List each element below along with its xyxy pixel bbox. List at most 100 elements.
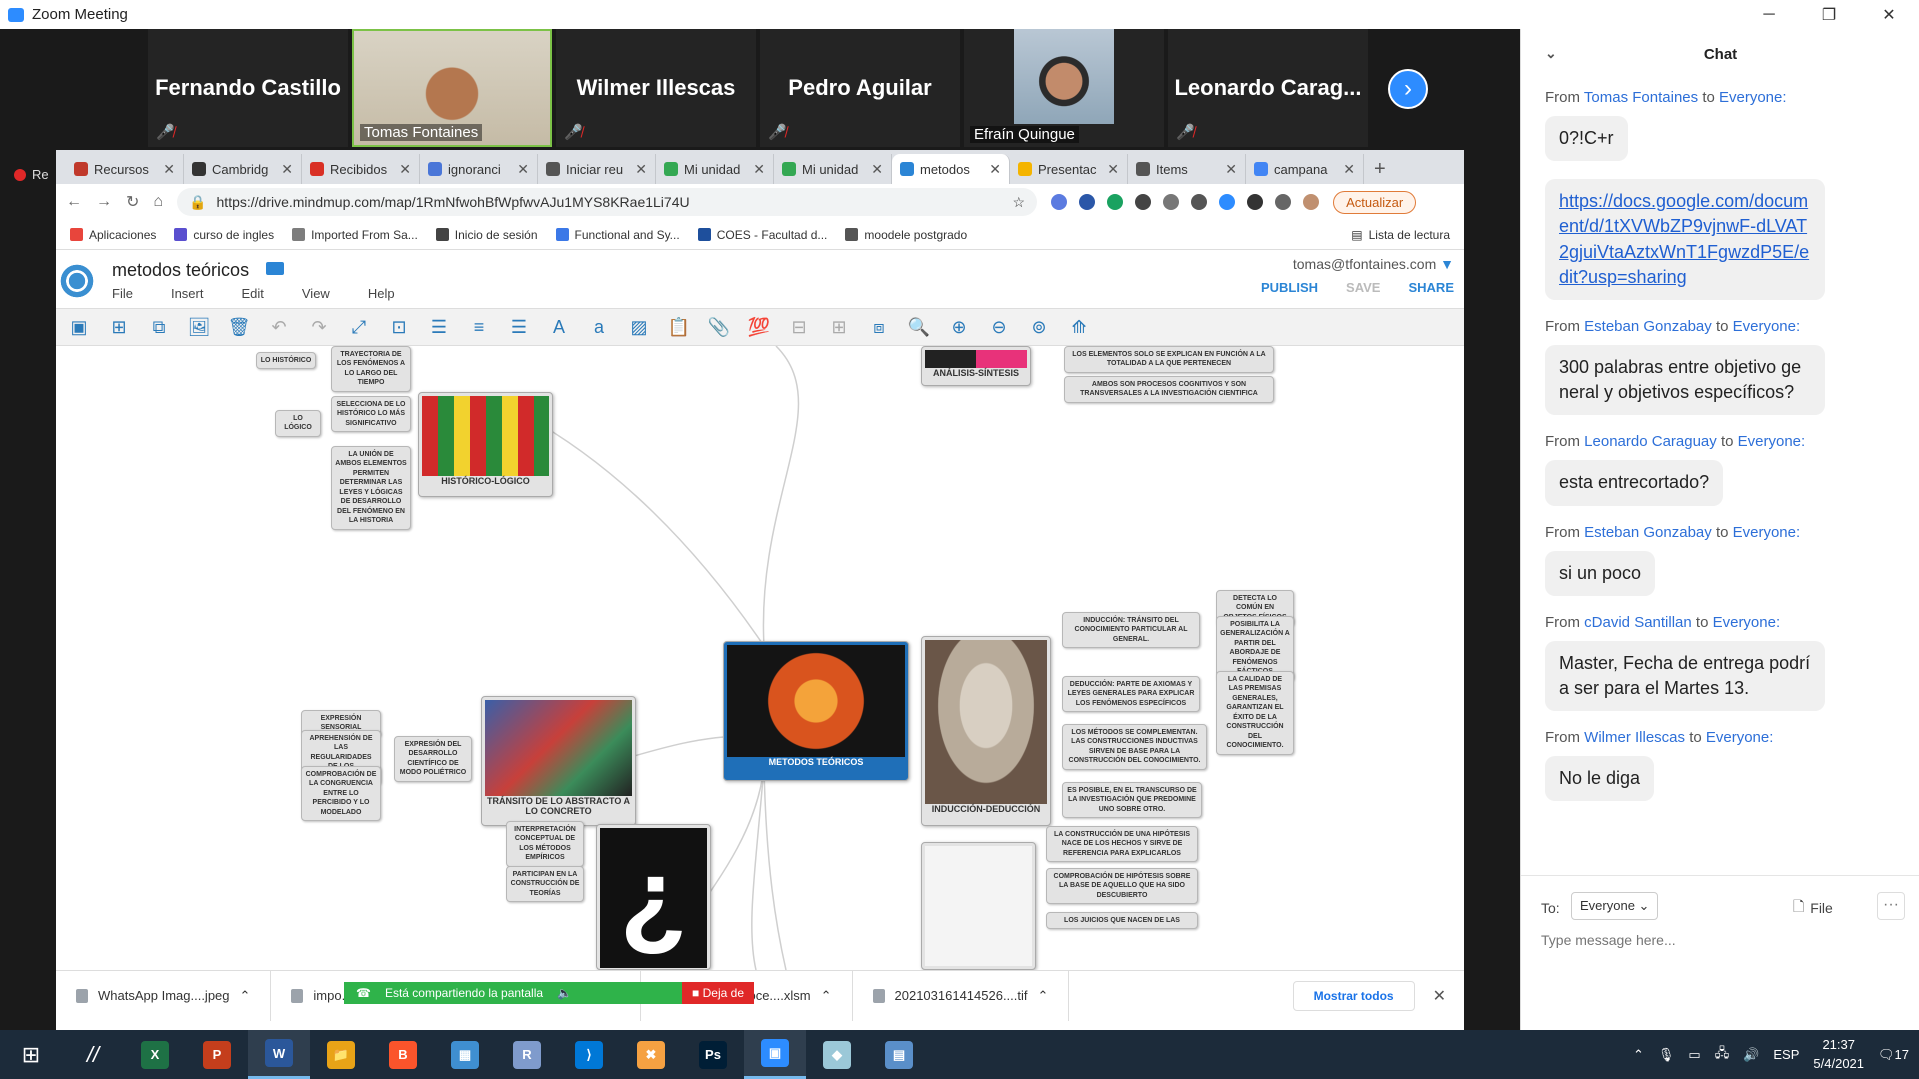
bookmark-item[interactable]: Inicio de sesión bbox=[435, 228, 538, 242]
group-icon[interactable]: ⧉ bbox=[146, 316, 172, 338]
node-metodos-teoricos[interactable]: METODOS TEÓRICOS bbox=[723, 641, 909, 781]
close-tab-icon[interactable]: ✕ bbox=[635, 161, 647, 178]
message-link[interactable]: https://docs.google.com/document/d/1tXVW… bbox=[1559, 191, 1809, 287]
add-image-icon[interactable]: 🖼 bbox=[186, 316, 212, 338]
notes-icon[interactable]: 📋 bbox=[666, 316, 692, 338]
extension-icon[interactable] bbox=[1163, 194, 1180, 210]
browser-tab[interactable]: Items ✕ bbox=[1128, 154, 1246, 184]
browser-tab[interactable]: ignoranci ✕ bbox=[420, 154, 538, 184]
menu-insert[interactable]: Insert bbox=[171, 286, 204, 301]
star-icon[interactable]: ☆ bbox=[1013, 194, 1026, 211]
back-icon[interactable]: ← bbox=[66, 193, 82, 211]
node-hipotesis-image[interactable] bbox=[921, 842, 1036, 970]
minimize-button[interactable]: ─ bbox=[1745, 0, 1793, 29]
close-tab-icon[interactable]: ✕ bbox=[1107, 161, 1119, 178]
align-left-icon[interactable]: ☰ bbox=[426, 316, 452, 338]
toggle-icon[interactable]: ⧈ bbox=[866, 316, 892, 338]
new-tab-button[interactable]: + bbox=[1364, 154, 1396, 184]
taskbar-app[interactable]: R bbox=[496, 1030, 558, 1079]
undo-icon[interactable]: ↶ bbox=[266, 316, 292, 338]
mic-icon[interactable]: 🎙 bbox=[1658, 1047, 1675, 1063]
download-item[interactable]: WhatsApp Imag....jpeg ⌃ bbox=[56, 970, 272, 1021]
node-induccion-deduccion[interactable]: INDUCCIÓN-DEDUCCIÓN bbox=[921, 636, 1051, 826]
node-participan[interactable]: PARTICIPAN EN LA CONSTRUCCIÓN DE TEORÍAS bbox=[506, 866, 584, 903]
browser-tab[interactable]: Iniciar reu ✕ bbox=[538, 154, 656, 184]
participant-tile[interactable]: Pedro Aguilar 🎤̸ bbox=[760, 29, 960, 147]
chevron-up-icon[interactable]: ⌃ bbox=[1038, 988, 1049, 1004]
align-right-icon[interactable]: ☰ bbox=[506, 316, 532, 338]
chevron-down-icon[interactable]: ⌄ bbox=[1545, 45, 1557, 62]
participant-tile[interactable]: Fernando Castillo 🎤̸ bbox=[148, 29, 348, 147]
taskbar-app[interactable]: X bbox=[124, 1030, 186, 1079]
address-bar[interactable]: 🔒 https://drive.mindmup.com/map/1RmNfwoh… bbox=[177, 188, 1038, 216]
bookmark-item[interactable]: moodele postgrado bbox=[845, 228, 967, 242]
node-expresion-desarrollo[interactable]: EXPRESIÓN DEL DESARROLLO CIENTÍFICO DE M… bbox=[394, 736, 472, 782]
node-elementos[interactable]: LOS ELEMENTOS SOLO SE EXPLICAN EN FUNCIÓ… bbox=[1064, 346, 1274, 373]
taskbar-app[interactable]: Ps bbox=[682, 1030, 744, 1079]
align-center-icon[interactable]: ≡ bbox=[466, 316, 492, 338]
reading-list-button[interactable]: ▤ Lista de lectura bbox=[1351, 228, 1450, 242]
close-tab-icon[interactable]: ✕ bbox=[989, 161, 1001, 178]
chevron-up-icon[interactable]: ⌃ bbox=[240, 988, 251, 1004]
extension-icon[interactable] bbox=[1079, 194, 1096, 210]
progress-icon[interactable]: 💯 bbox=[746, 316, 772, 338]
file-button[interactable]: 🗋 File bbox=[1793, 896, 1833, 920]
add-sibling-icon[interactable]: ⊞ bbox=[106, 316, 132, 338]
node-juicios[interactable]: LOS JUICIOS QUE NACEN DE LAS bbox=[1046, 912, 1198, 930]
close-tab-icon[interactable]: ✕ bbox=[1343, 161, 1355, 178]
node-union[interactable]: LA UNIÓN DE AMBOS ELEMENTOS PERMITEN DET… bbox=[331, 446, 411, 530]
start-button[interactable]: ⊞ bbox=[0, 1030, 62, 1079]
node-historico-logico[interactable]: HISTÓRICO-LÓGICO bbox=[418, 392, 553, 497]
next-participants-button[interactable]: › bbox=[1388, 69, 1428, 109]
bookmark-item[interactable]: COES - Facultad d... bbox=[697, 228, 827, 242]
attach-icon[interactable]: 📎 bbox=[706, 316, 732, 338]
node-question[interactable]: ¿ bbox=[596, 824, 711, 970]
node-lo-logico[interactable]: LO LÓGICO bbox=[275, 410, 321, 437]
taskbar-app[interactable]: ⟩ bbox=[558, 1030, 620, 1079]
message-input[interactable] bbox=[1541, 932, 1901, 948]
recipient-select[interactable]: Everyone ⌄ bbox=[1571, 892, 1659, 920]
text-box-icon[interactable]: ⊡ bbox=[386, 316, 412, 338]
share-button[interactable]: SHARE bbox=[1408, 280, 1454, 295]
browser-tab[interactable]: Mi unidad ✕ bbox=[656, 154, 774, 184]
recipient-name[interactable]: Everyone: bbox=[1733, 318, 1801, 335]
recipient-name[interactable]: Everyone: bbox=[1738, 433, 1806, 450]
node-predomine[interactable]: ES POSIBLE, EN EL TRANSCURSO DE LA INVES… bbox=[1062, 782, 1202, 819]
close-tab-icon[interactable]: ✕ bbox=[1225, 161, 1237, 178]
taskbar-app[interactable]: P bbox=[186, 1030, 248, 1079]
extension-icon[interactable] bbox=[1135, 194, 1152, 210]
extension-icon[interactable] bbox=[1219, 194, 1236, 210]
notification-button[interactable]: 🗨17 bbox=[1878, 1047, 1909, 1063]
search-icon[interactable]: 🔍 bbox=[906, 316, 932, 338]
chevron-up-icon[interactable]: ⌃ bbox=[1633, 1047, 1644, 1063]
menu-help[interactable]: Help bbox=[368, 286, 395, 301]
node-complementan[interactable]: LOS MÉTODOS SE COMPLEMENTAN. LAS CONSTRU… bbox=[1062, 724, 1207, 770]
network-icon[interactable]: 🖧 bbox=[1715, 1044, 1730, 1066]
browser-tab[interactable]: metodos ✕ bbox=[892, 154, 1010, 184]
clock[interactable]: 21:37 5/4/2021 bbox=[1813, 1036, 1864, 1072]
recipient-name[interactable]: Everyone: bbox=[1719, 89, 1787, 106]
font-size-up-icon[interactable]: A bbox=[546, 316, 572, 338]
participant-tile[interactable]: Leonardo Carag... 🎤̸ bbox=[1168, 29, 1368, 147]
more-options-button[interactable]: ··· bbox=[1877, 892, 1905, 920]
chevron-up-icon[interactable]: ⌃ bbox=[821, 988, 832, 1004]
recipient-name[interactable]: Everyone: bbox=[1733, 524, 1801, 541]
stop-share-button[interactable]: ■ Deja de bbox=[682, 982, 754, 1004]
close-tab-icon[interactable]: ✕ bbox=[399, 161, 411, 178]
layers-icon[interactable]: ⟰ bbox=[1066, 316, 1092, 338]
bookmark-item[interactable]: Functional and Sy... bbox=[555, 228, 680, 242]
bookmark-item[interactable]: Aplicaciones bbox=[70, 228, 156, 242]
node-interpretacion[interactable]: INTERPRETACIÓN CONCEPTUAL DE LOS MÉTODOS… bbox=[506, 821, 584, 867]
close-tab-icon[interactable]: ✕ bbox=[163, 161, 175, 178]
puzzle-icon[interactable] bbox=[1275, 194, 1292, 210]
language-indicator[interactable]: ESP bbox=[1773, 1047, 1799, 1062]
extension-icon[interactable] bbox=[1051, 194, 1068, 210]
node-transito[interactable]: TRÁNSITO DE LO ABSTRACTO A LO CONCRETO bbox=[481, 696, 636, 826]
node-comprobacion[interactable]: COMPROBACIÓN DE LA CONGRUENCIA ENTRE LO … bbox=[301, 766, 381, 822]
zoom-in-icon[interactable]: ⊕ bbox=[946, 316, 972, 338]
sender-name[interactable]: Wilmer Illescas bbox=[1584, 729, 1685, 746]
recipient-name[interactable]: Everyone: bbox=[1713, 614, 1781, 631]
browser-tab[interactable]: Recursos ✕ bbox=[66, 154, 184, 184]
participant-tile[interactable]: Wilmer Illescas 🎤̸ bbox=[556, 29, 756, 147]
reset-view-icon[interactable]: ⊚ bbox=[1026, 316, 1052, 338]
